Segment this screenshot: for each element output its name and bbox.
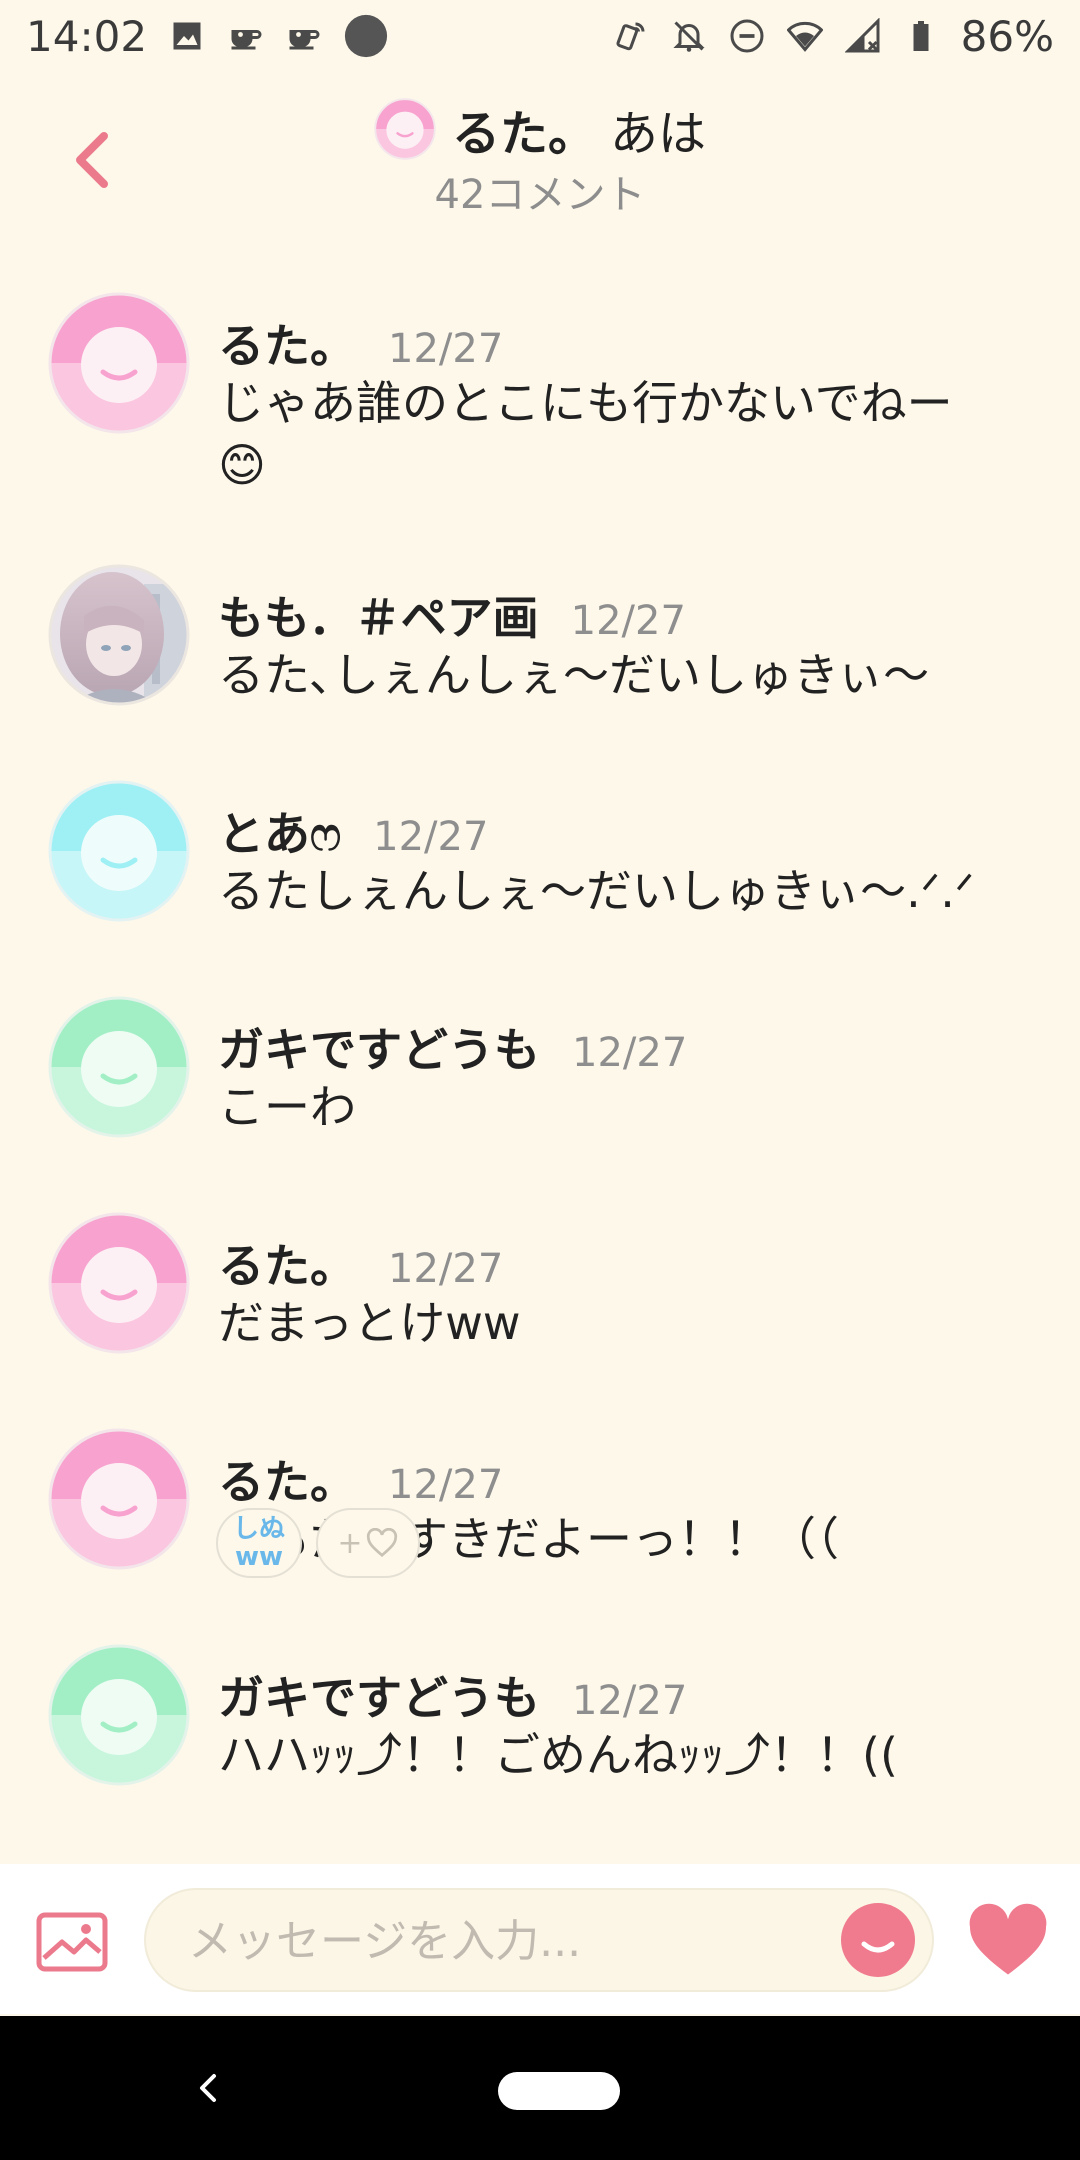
heart-icon[interactable]	[964, 1902, 1052, 1978]
comment-text: ハハｯｯ⤴︎！！ごめんねｯｯ⤴︎！！((	[218, 1724, 898, 1786]
header: るた。 あは 42コメント	[0, 80, 1080, 230]
add-reaction-plus: +	[337, 1525, 363, 1561]
comment-text-line: ハハｯｯ⤴︎！！ごめんねｯｯ⤴︎！！((	[218, 1728, 898, 1782]
header-title-row: るた。 あは	[0, 94, 1080, 164]
comment-header: もも．＃ペア画 12/27	[218, 582, 686, 648]
comment-text-line: じゃあ誰のとこにも行かないでねー	[218, 376, 953, 430]
do-not-disturb-icon	[730, 19, 764, 53]
avatar[interactable]	[48, 292, 190, 434]
comment-author[interactable]: もも．＃ペア画	[218, 582, 539, 648]
comment-date: 12/27	[572, 1678, 688, 1724]
comment-header: ガキですどうも 12/27	[218, 1014, 687, 1080]
comment-text-line: だまっとけww	[218, 1296, 521, 1350]
reaction-row: しぬ ww +	[216, 1508, 420, 1578]
cup-notification-icon-2	[289, 30, 320, 50]
image-notification-icon	[173, 22, 201, 50]
comment-text: るたしぇんしぇ〜だいしゅきぃ〜.ᐟ.ᐟ	[218, 860, 974, 922]
comment-header: るた。 12/27	[218, 310, 503, 376]
image-attach-icon[interactable]	[36, 1912, 108, 1972]
page-title: るた。 あは	[452, 94, 706, 164]
comment-author[interactable]: るた。	[218, 1446, 356, 1512]
message-input-bar	[0, 1864, 1080, 2014]
comment-header: とあෆ 12/27	[218, 798, 488, 864]
comment-text: じゃあ誰のとこにも行かないでねー 😊	[218, 372, 953, 496]
reaction-chip[interactable]: しぬ ww	[216, 1508, 302, 1578]
avatar[interactable]	[48, 1644, 190, 1786]
comment-text: こーわ	[218, 1076, 356, 1138]
status-time: 14:02	[26, 11, 148, 61]
signal-icon	[844, 18, 880, 53]
comment-date: 12/27	[572, 1030, 688, 1076]
comment-date: 12/27	[373, 814, 489, 860]
nfc-icon	[616, 22, 645, 51]
status-left: 14:02	[26, 12, 389, 61]
page-title-name: るた。	[451, 106, 596, 162]
avatar[interactable]	[48, 564, 190, 706]
page-title-rest: あは	[610, 106, 707, 162]
cup-notification-icon	[231, 30, 262, 50]
comment-date: 12/27	[570, 598, 686, 644]
comment-text-line: るた､しぇんしぇ〜だいしゅきぃ〜	[218, 648, 930, 702]
comment-author[interactable]: ガキですどうも	[218, 1662, 540, 1728]
comment-count: 42コメント	[434, 172, 646, 218]
comment-text-line: るたしぇんしぇ〜だいしゅきぃ〜.ᐟ.ᐟ	[218, 864, 975, 918]
heart-outline-icon	[366, 1528, 397, 1558]
stamp-smile-icon[interactable]	[840, 1902, 916, 1978]
comment-header: るた。 12/27	[218, 1230, 503, 1296]
wifi-icon	[786, 22, 823, 52]
avatar[interactable]	[48, 996, 190, 1138]
comment-date: 12/27	[388, 326, 504, 372]
avatar[interactable]	[48, 780, 190, 922]
comment-header: るた。 12/27	[218, 1446, 503, 1512]
message-box[interactable]	[144, 1888, 934, 1992]
comment-text: だまっとけww	[218, 1292, 520, 1354]
reaction-stamp-text: しぬ ww	[232, 1514, 285, 1572]
status-bar: 14:02 86%	[0, 0, 1080, 72]
nav-home-pill[interactable]	[498, 2072, 620, 2110]
message-input[interactable]	[186, 1908, 750, 1974]
avatar[interactable]	[48, 1428, 190, 1570]
add-reaction-button[interactable]: +	[316, 1508, 420, 1578]
comment-header: ガキですどうも 12/27	[218, 1662, 687, 1728]
comment-author[interactable]: るた。	[218, 1230, 356, 1296]
comment-text-line: 😊	[218, 438, 266, 492]
battery-level: 86%	[960, 11, 1054, 61]
comment-author[interactable]: とあෆ	[218, 798, 341, 864]
notifications-off-icon	[673, 21, 705, 52]
comment-text-line: こーわ	[218, 1080, 356, 1134]
avatar[interactable]	[48, 1212, 190, 1354]
system-navigation-bar	[0, 2016, 1080, 2160]
nav-back-icon[interactable]	[188, 2062, 228, 2114]
comment-date: 12/27	[388, 1246, 504, 1292]
comment-author[interactable]: ガキですどうも	[218, 1014, 540, 1080]
header-avatar[interactable]	[374, 98, 436, 160]
comment-author[interactable]: るた。	[218, 310, 356, 376]
comment-text: るた､しぇんしぇ〜だいしゅきぃ〜	[218, 644, 929, 706]
status-right: 86%	[613, 12, 1054, 61]
battery-icon	[913, 21, 929, 51]
comment-date: 12/27	[388, 1462, 504, 1508]
circle-notification-icon	[344, 14, 388, 58]
add-reaction-content: +	[337, 1526, 398, 1561]
